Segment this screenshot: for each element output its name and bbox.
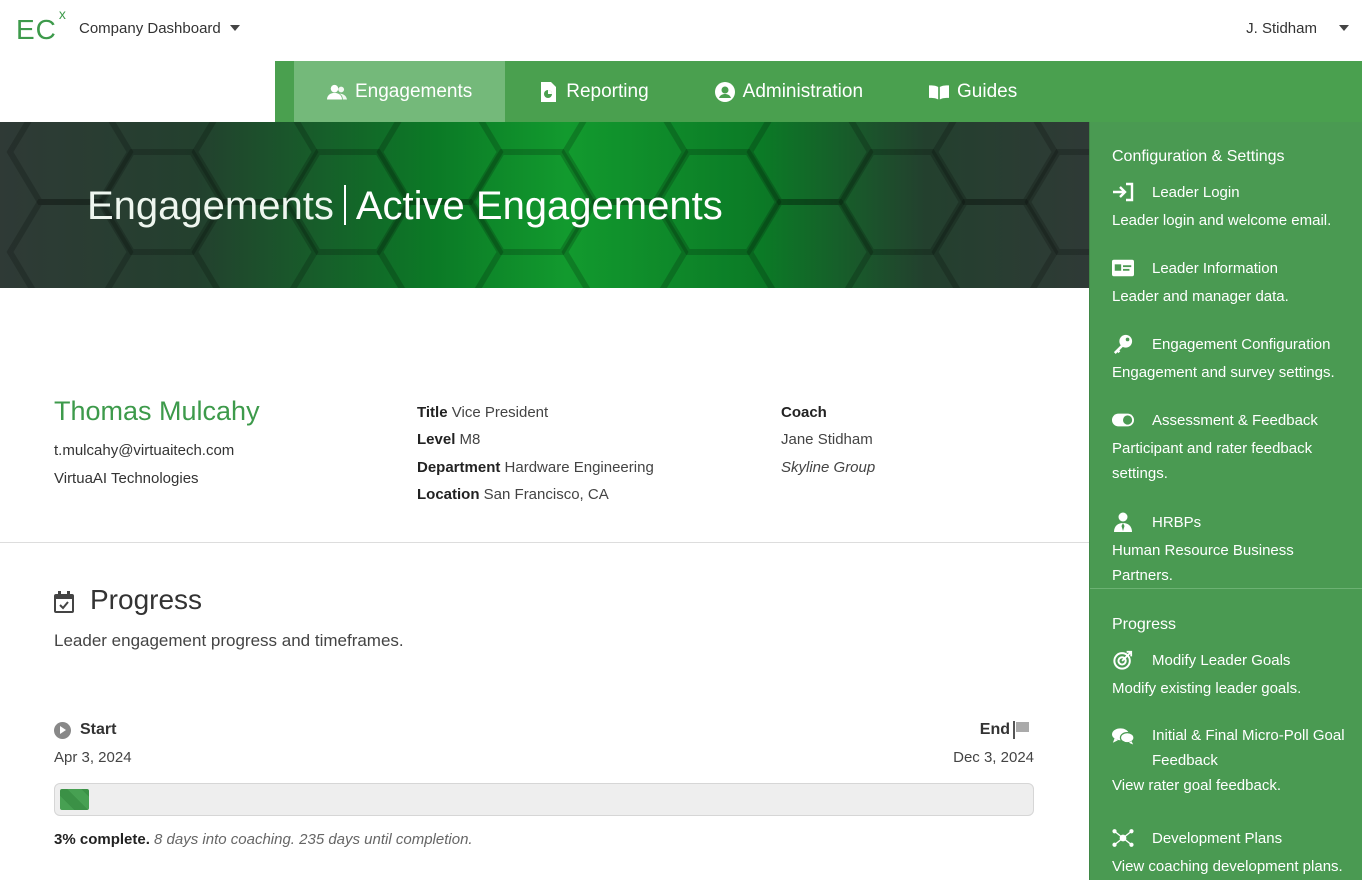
sidebar-item-title: Leader Login: [1152, 183, 1240, 201]
main-nav: Engagements Reporting Administration Gui…: [275, 61, 1362, 122]
user-tie-icon: [1114, 512, 1132, 532]
sidebar-item-title: HRBPs: [1152, 513, 1202, 531]
coach-label: Coach: [781, 404, 827, 421]
start-label: Start: [80, 721, 117, 738]
user-circle-icon: [714, 81, 735, 102]
sidebar-item-leader-login[interactable]: Leader Login Leader login and welcome em…: [1112, 182, 1356, 233]
leader-location-row: Location San Francisco, CA: [417, 486, 609, 503]
sidebar-item-desc: Human Resource Business Partners.: [1112, 542, 1294, 584]
sidebar-item-desc: View coaching development plans.: [1112, 858, 1343, 875]
progress-summary: 3% complete. 8 days into coaching. 235 d…: [54, 831, 473, 848]
nav-tab-label: Reporting: [566, 80, 649, 102]
sidebar-item-title: Assessment & Feedback: [1152, 411, 1318, 429]
calendar-check-icon: [54, 591, 74, 613]
progress-heading: Progress: [90, 584, 203, 615]
app-logo[interactable]: ECx: [16, 6, 67, 46]
progress-bar-fill: [60, 789, 90, 810]
settings-sidebar: Configuration & Settings Leader Login Le…: [1089, 122, 1362, 880]
start-date: Apr 3, 2024: [54, 749, 132, 766]
sidebar-item-leader-information[interactable]: Leader Information Leader and manager da…: [1112, 258, 1356, 309]
breadcrumb-section: Engagements: [87, 184, 334, 228]
target-icon: [1113, 650, 1133, 670]
leader-company: VirtuaAI Technologies: [54, 470, 199, 487]
sidebar-item-desc: Leader and manager data.: [1112, 288, 1289, 305]
top-bar: ECx Company Dashboard J. Stidham: [0, 0, 1362, 61]
nav-tab-administration[interactable]: Administration: [682, 61, 896, 122]
sidebar-item-desc: Engagement and survey settings.: [1112, 364, 1335, 381]
sidebar-item-engagement-configuration[interactable]: Engagement Configuration Engagement and …: [1112, 334, 1356, 385]
end-label: End: [979, 721, 1010, 738]
id-card-icon: [1112, 259, 1134, 277]
network-icon: [1112, 829, 1134, 847]
leader-email: t.mulcahy@virtuaitech.com: [54, 442, 235, 459]
nav-tab-guides[interactable]: Guides: [896, 61, 1050, 122]
page-hero-banner: Engagements Active Engagements: [0, 122, 1089, 288]
coach-name: Jane Stidham: [781, 431, 873, 448]
play-circle-icon: [54, 722, 71, 739]
leader-department-row: Department Hardware Engineering: [417, 459, 654, 476]
sidebar-item-title: Initial & Final Micro-Poll Goal Feedback: [1152, 727, 1345, 769]
sidebar-divider: [1090, 588, 1362, 589]
title-separator: [343, 185, 346, 225]
sidebar-item-desc: Modify existing leader goals.: [1112, 680, 1302, 697]
sidebar-item-modify-leader-goals[interactable]: Modify Leader Goals Modify existing lead…: [1112, 650, 1356, 701]
sidebar-item-title: Leader Information: [1152, 259, 1278, 277]
sidebar-item-hrbps[interactable]: HRBPs Human Resource Business Partners.: [1112, 512, 1356, 588]
flag-icon: [1013, 721, 1029, 739]
sidebar-item-assessment-feedback[interactable]: Assessment & Feedback Participant and ra…: [1112, 410, 1356, 486]
progress-bar: [54, 783, 1034, 816]
sidebar-item-desc: View rater goal feedback.: [1112, 777, 1281, 794]
leader-level-row: Level M8: [417, 431, 481, 448]
sidebar-item-title: Modify Leader Goals: [1152, 651, 1291, 669]
progress-description: Leader engagement progress and timeframe…: [54, 631, 404, 650]
key-icon: [1113, 334, 1133, 354]
sidebar-item-title: Development Plans: [1152, 829, 1283, 847]
nav-tab-label: Administration: [742, 80, 864, 102]
report-icon: [541, 81, 557, 102]
leader-name: Thomas Mulcahy: [54, 396, 260, 426]
comments-icon: [1112, 728, 1134, 745]
sidebar-item-micro-poll-feedback[interactable]: Initial & Final Micro-Poll Goal Feedback…: [1112, 726, 1356, 798]
breadcrumb-page: Active Engagements: [355, 184, 723, 228]
sidebar-item-desc: Leader login and welcome email.: [1112, 212, 1332, 229]
book-icon: [929, 84, 950, 99]
sign-in-icon: [1113, 182, 1134, 202]
users-icon: [327, 84, 347, 99]
company-dashboard-dropdown[interactable]: Company Dashboard: [79, 20, 221, 37]
sidebar-item-title: Engagement Configuration: [1152, 335, 1331, 353]
sidebar-item-desc: Participant and rater feedback settings.: [1112, 440, 1313, 482]
leader-title-row: Title Vice President: [417, 404, 549, 421]
page-title: Engagements Active Engagements: [87, 184, 723, 229]
nav-tab-label: Guides: [957, 80, 1018, 102]
nav-tab-label: Engagements: [355, 80, 473, 102]
caret-down-icon[interactable]: [230, 25, 240, 31]
sidebar-item-development-plans[interactable]: Development Plans View coaching developm…: [1112, 828, 1356, 879]
toggle-icon: [1112, 413, 1134, 427]
coach-group: Skyline Group: [781, 459, 876, 476]
user-menu[interactable]: J. Stidham: [1246, 20, 1317, 37]
nav-tab-engagements[interactable]: Engagements: [294, 61, 506, 122]
config-settings-heading: Configuration & Settings: [1112, 148, 1285, 165]
end-date: Dec 3, 2024: [953, 749, 1034, 766]
progress-section-heading: Progress: [1112, 616, 1177, 633]
nav-tab-reporting[interactable]: Reporting: [505, 61, 681, 122]
caret-down-icon[interactable]: [1339, 25, 1349, 31]
main-content: Thomas Mulcahy t.mulcahy@virtuaitech.com…: [0, 288, 1089, 880]
section-divider: [0, 542, 1089, 543]
